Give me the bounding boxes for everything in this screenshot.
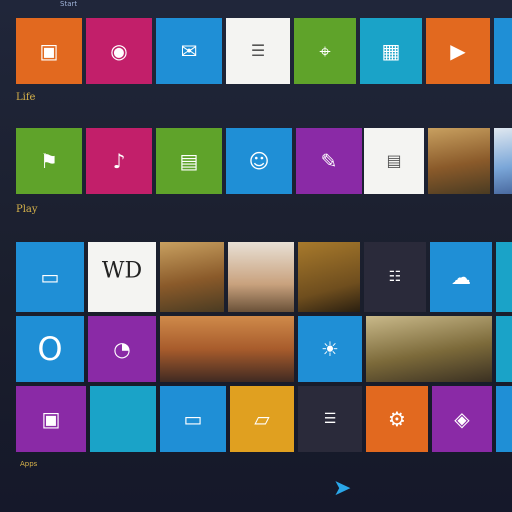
xbox-icon: ◈ xyxy=(454,407,470,431)
tile-games[interactable]: ▤ xyxy=(156,128,222,194)
tile-camera[interactable]: ▣ xyxy=(16,386,86,452)
tile-messaging[interactable]: ▭ xyxy=(160,386,226,452)
word-text: WD xyxy=(101,258,143,284)
tile-portrait[interactable]: ◼ xyxy=(228,242,294,312)
message-icon: ▭ xyxy=(183,407,203,431)
group-label-play: Play xyxy=(16,204,38,215)
people-icon: ☺ xyxy=(248,149,270,173)
tile-outlook[interactable]: O xyxy=(16,316,84,382)
start-screen: Start ▣ ◉ ✉ ☰ ⌖ ▦ ▶ Life ⚑ ♪ ▤ ☺ ✎ ▤ ◼ xyxy=(0,0,512,512)
tile-autumn[interactable]: ◼ xyxy=(298,242,360,312)
tile-help[interactable]: ⚙ xyxy=(366,386,428,452)
group-label-life: Life xyxy=(16,92,36,103)
calendar-icon: ▦ xyxy=(381,39,401,63)
tile-onenote[interactable]: ✎ xyxy=(296,128,362,194)
tile-edge-3[interactable] xyxy=(496,242,512,312)
tile-edge-5[interactable] xyxy=(496,386,512,452)
tile-reader[interactable]: ▭ xyxy=(16,242,84,312)
tile-city[interactable]: ◼ xyxy=(366,316,492,382)
pointer-icon: ➤ xyxy=(333,476,352,501)
tile-calendar[interactable]: ▦ xyxy=(360,18,422,84)
news-icon: ▤ xyxy=(386,151,402,170)
note-icon: ◔ xyxy=(113,337,131,361)
tile-edge-2[interactable] xyxy=(494,128,512,194)
tile-video[interactable]: ▶ xyxy=(426,18,490,84)
controller-icon: ▤ xyxy=(179,149,199,173)
tile-news[interactable]: ▤ xyxy=(364,128,424,194)
list-icon: ☰ xyxy=(323,411,337,427)
tile-edge-1[interactable] xyxy=(494,18,512,84)
tile-store[interactable]: ◉ xyxy=(86,18,152,84)
tile-people[interactable]: ☺ xyxy=(226,128,292,194)
tile-word[interactable]: WD xyxy=(88,242,156,312)
flag-icon: ⚑ xyxy=(40,149,58,173)
tile-travel[interactable]: ◼ xyxy=(428,128,490,194)
tile-notes[interactable]: ☰ xyxy=(226,18,290,84)
tile-mail[interactable]: ✉ xyxy=(156,18,222,84)
weather-icon: ☀ xyxy=(321,337,339,361)
reader-icon: ▭ xyxy=(40,265,60,289)
map-icon: ⌖ xyxy=(319,39,331,63)
tile-sunset[interactable]: ◼ xyxy=(160,316,294,382)
outlook-text: O xyxy=(37,330,63,368)
apps-label[interactable]: Apps xyxy=(20,460,37,468)
start-title: Start xyxy=(60,0,78,8)
mail-icon: ✉ xyxy=(180,39,198,63)
tile-weather[interactable]: ☀ xyxy=(298,316,362,382)
tile-desktop[interactable]: ▭ xyxy=(496,316,512,382)
tile-photos[interactable]: ▣ xyxy=(16,18,82,84)
camera-icon: ◉ xyxy=(110,39,128,63)
video-icon: ▶ xyxy=(450,39,466,63)
help-icon: ⚙ xyxy=(388,407,406,431)
tile-onenote2[interactable]: ◔ xyxy=(88,316,156,382)
tile-skydrive[interactable]: ☁ xyxy=(430,242,492,312)
picture-icon: ▣ xyxy=(39,39,59,63)
cloud-icon: ☁ xyxy=(451,265,471,289)
tile-landscape[interactable]: ◼ xyxy=(160,242,224,312)
tile-xbox[interactable]: ◈ xyxy=(432,386,492,452)
tile-skype[interactable]: ◌ xyxy=(90,386,156,452)
camera-icon: ▣ xyxy=(41,407,61,431)
tile-sports[interactable]: ⚑ xyxy=(16,128,82,194)
tile-maps[interactable]: ⌖ xyxy=(294,18,356,84)
chart-icon: ☷ xyxy=(388,269,402,285)
tile-sports2[interactable]: ☰ xyxy=(298,386,362,452)
tile-files[interactable]: ▱ xyxy=(230,386,294,452)
folder-icon: ▱ xyxy=(254,407,270,431)
music-icon: ♪ xyxy=(112,149,126,173)
note-icon: ✎ xyxy=(320,149,338,173)
document-icon: ☰ xyxy=(250,41,266,60)
tile-finance[interactable]: ☷ xyxy=(364,242,426,312)
tile-music[interactable]: ♪ xyxy=(86,128,152,194)
